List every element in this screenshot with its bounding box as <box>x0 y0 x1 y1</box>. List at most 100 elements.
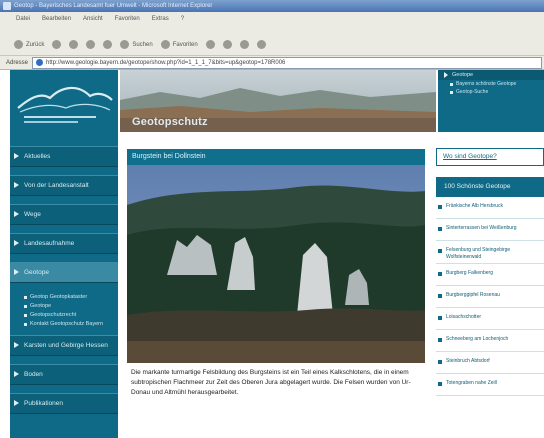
geotope-list-item[interactable]: Felsenburg und Steingebirge Wolfsteinerw… <box>436 245 544 264</box>
nav-item-landesanstalt[interactable]: Von der Landesanstalt <box>10 175 118 196</box>
menu-bearbeiten[interactable]: Bearbeiten <box>42 16 71 34</box>
stop-icon[interactable] <box>69 40 79 49</box>
geotope-list-item[interactable]: Loisachschotter <box>436 312 544 330</box>
square-bullet-icon <box>438 272 442 276</box>
geotope-list-heading: 100 Schönste Geotope <box>436 177 544 197</box>
where-geotopes-link[interactable]: Wo sind Geotope? <box>436 148 544 166</box>
back-button[interactable]: Zurück <box>14 40 44 49</box>
nav-item-wege[interactable]: Wege <box>10 204 118 225</box>
browser-toolbar: Zurück Suchen Favoriten <box>0 34 544 56</box>
right-top-link[interactable]: Bayerns schönste Geotope <box>438 80 544 88</box>
square-bullet-icon <box>438 205 442 209</box>
content-heading: Burgstein bei Dollnstein <box>127 149 425 165</box>
square-bullet-icon <box>438 316 442 320</box>
geotope-list-label: Fränkische Alb Hersbruck <box>446 203 503 209</box>
back-label: Zurück <box>26 41 45 48</box>
menu-extras[interactable]: Extras <box>152 16 169 34</box>
geotope-list-label: Burgberg Falkenberg <box>446 270 493 276</box>
banner-title: Geotopschutz <box>132 116 208 128</box>
nav-item-karsten[interactable]: Karsten und Gebirge Hessen <box>10 335 118 356</box>
square-bullet-icon <box>438 382 442 386</box>
search-label: Suchen <box>132 41 153 48</box>
nav-label: Aktuelles <box>24 153 51 160</box>
print-icon[interactable] <box>239 40 249 49</box>
nav-label: Wege <box>24 211 41 218</box>
menu-ansicht[interactable]: Ansicht <box>83 16 103 34</box>
favorites-button[interactable]: Favoriten <box>160 40 198 49</box>
history-icon[interactable] <box>205 40 215 49</box>
square-bullet-icon <box>438 227 442 231</box>
menu-bar: Datei Bearbeiten Ansicht Favoriten Extra… <box>0 12 544 34</box>
right-top-heading-label: Geotope <box>452 72 474 78</box>
right-top-link[interactable]: Geotop-Suche <box>438 88 544 96</box>
right-top-box: Geotope Bayerns schönste Geotope Geotop-… <box>438 70 544 132</box>
subnav-item[interactable]: Geotop Geotopkataster <box>24 293 118 302</box>
geotope-list-item[interactable]: Fränkische Alb Hersbruck <box>436 201 544 219</box>
geotope-list-item[interactable]: Burgberggipfel Rosenau <box>436 290 544 308</box>
menu-datei[interactable]: Datei <box>16 16 30 34</box>
geotope-list-label: Sinterterrassen bei Weißenburg <box>446 225 517 231</box>
geotope-list-item[interactable]: Steinbruch Abtsdorf <box>436 356 544 374</box>
address-bar: Adresse http://www.geologie.bayern.de/ge… <box>0 56 544 70</box>
nav-item-aktuelles[interactable]: Aktuelles <box>10 146 118 167</box>
nav-label: Von der Landesanstalt <box>24 182 89 189</box>
geotope-subnav: Geotop Geotopkataster Geotope Geotopschu… <box>10 291 118 335</box>
nav-arrow-icon <box>14 269 19 275</box>
square-bullet-icon <box>438 338 442 342</box>
square-bullet-icon <box>438 249 442 253</box>
nav-label: Publikationen <box>24 400 64 407</box>
web-page: Aktuelles Von der Landesanstalt Wege Lan… <box>0 70 544 438</box>
left-nav: Aktuelles Von der Landesanstalt Wege Lan… <box>10 146 118 422</box>
address-label: Adresse <box>6 59 29 66</box>
ie-app-icon <box>3 2 11 10</box>
address-url: http://www.geologie.bayern.de/geotope/sh… <box>46 59 286 66</box>
star-icon <box>160 40 170 49</box>
geotope-list-label: Felsenburg und Steingebirge Wolfsteinerw… <box>446 247 511 260</box>
nav-arrow-icon <box>14 153 19 159</box>
nav-label: Landesaufnahme <box>24 240 75 247</box>
address-input[interactable]: http://www.geologie.bayern.de/geotope/sh… <box>32 56 542 69</box>
nav-label: Boden <box>24 371 43 378</box>
nav-item-boden[interactable]: Boden <box>10 364 118 385</box>
search-icon <box>120 40 130 49</box>
menu-favoriten[interactable]: Favoriten <box>115 16 140 34</box>
geotope-list-item[interactable]: Sinterterrassen bei Weißenburg <box>436 223 544 241</box>
square-bullet-icon <box>438 294 442 298</box>
geotope-list-label: Schneeberg am Lochenjoch <box>446 336 509 342</box>
edit-icon[interactable] <box>256 40 266 49</box>
refresh-icon[interactable] <box>86 40 96 49</box>
search-button[interactable]: Suchen <box>120 40 153 49</box>
mail-icon[interactable] <box>222 40 232 49</box>
nav-arrow-icon <box>14 240 19 246</box>
lfu-logo[interactable] <box>10 70 118 132</box>
nav-item-landesaufnahme[interactable]: Landesaufnahme <box>10 233 118 254</box>
geotope-list-label: Totengraben nahe Zeill <box>446 380 497 386</box>
geotope-list-item[interactable]: Schneeberg am Lochenjoch <box>436 334 544 352</box>
left-sidebar: Aktuelles Von der Landesanstalt Wege Lan… <box>10 70 118 438</box>
nav-arrow-icon <box>14 211 19 217</box>
geotope-list-label: Burgberggipfel Rosenau <box>446 292 500 298</box>
nav-label: Geotope <box>24 269 49 276</box>
nav-arrow-icon <box>14 342 19 348</box>
geotope-list-panel: 100 Schönste Geotope Fränkische Alb Hers… <box>436 177 544 438</box>
nav-arrow-icon <box>14 371 19 377</box>
nav-label: Karsten und Gebirge Hessen <box>24 342 108 349</box>
nav-item-geotope[interactable]: Geotope <box>10 262 118 283</box>
back-arrow-icon <box>14 40 23 49</box>
menu-help[interactable]: ? <box>181 16 184 34</box>
page-icon <box>36 59 44 66</box>
square-bullet-icon <box>438 360 442 364</box>
subnav-item[interactable]: Geotope <box>24 302 118 311</box>
geotope-list-label: Steinbruch Abtsdorf <box>446 358 490 364</box>
home-icon[interactable] <box>103 40 113 49</box>
right-top-heading: Geotope <box>438 70 544 80</box>
arrow-icon <box>444 72 448 78</box>
nav-item-publikationen[interactable]: Publikationen <box>10 393 118 414</box>
forward-arrow-icon[interactable] <box>52 40 62 49</box>
geotope-list-item[interactable]: Totengraben nahe Zeill <box>436 378 544 396</box>
subnav-item[interactable]: Kontakt Geotopschutz Bayern <box>24 320 118 329</box>
subnav-item[interactable]: Geotopschutzrecht <box>24 311 118 320</box>
geotope-list-item[interactable]: Burgberg Falkenberg <box>436 268 544 286</box>
nav-arrow-icon <box>14 182 19 188</box>
geotope-list-label: Loisachschotter <box>446 314 482 320</box>
